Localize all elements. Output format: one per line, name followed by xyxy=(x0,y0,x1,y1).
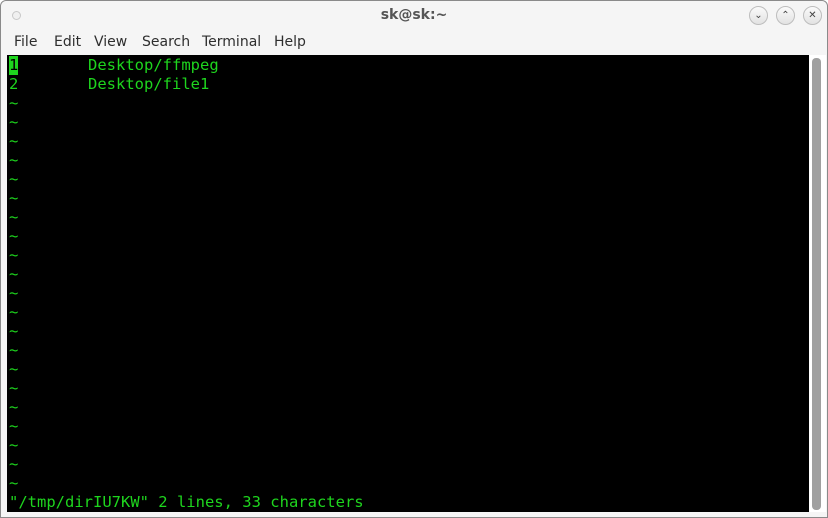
titlebar[interactable]: sk@sk:~ ⌄ ⌃ ✕ xyxy=(1,1,827,31)
menu-file[interactable]: File xyxy=(14,34,37,50)
terminal-content[interactable]: 1 Desktop/ffmpeg 2 Desktop/file1 ~ ~ ~ ~ ~ ~ ~ ~ ~ ~ ~… xyxy=(7,55,809,512)
line-number: 2 xyxy=(9,75,19,93)
empty-line-marker: ~ xyxy=(9,170,19,188)
chevron-down-icon: ⌄ xyxy=(754,9,763,21)
menubar: File Edit View Search Terminal Help xyxy=(1,31,827,55)
menu-search[interactable]: Search xyxy=(142,34,190,50)
menu-help[interactable]: Help xyxy=(274,34,306,50)
empty-line-marker: ~ xyxy=(9,474,19,492)
buffer-line: 1 Desktop/ffmpeg xyxy=(9,56,219,75)
empty-line-marker: ~ xyxy=(9,246,19,264)
maximize-button[interactable]: ⌃ xyxy=(776,6,795,25)
empty-line-marker: ~ xyxy=(9,379,19,397)
empty-line-marker: ~ xyxy=(9,208,19,226)
buffer-line: 2 Desktop/file1 xyxy=(9,75,209,94)
empty-line-marker: ~ xyxy=(9,284,19,302)
empty-line-marker: ~ xyxy=(9,398,19,416)
close-icon: ✕ xyxy=(808,9,817,21)
chevron-up-icon: ⌃ xyxy=(781,9,790,21)
empty-line-marker: ~ xyxy=(9,455,19,473)
status-line: "/tmp/dirIU7KW" 2 lines, 33 characters xyxy=(9,493,364,511)
empty-line-marker: ~ xyxy=(9,132,19,150)
menu-edit[interactable]: Edit xyxy=(54,34,81,50)
empty-line-marker: ~ xyxy=(9,322,19,340)
empty-line-marker: ~ xyxy=(9,341,19,359)
empty-line-marker: ~ xyxy=(9,360,19,378)
terminal-window: sk@sk:~ ⌄ ⌃ ✕ File Edit View Search Term… xyxy=(0,0,828,518)
empty-line-marker: ~ xyxy=(9,265,19,283)
empty-line-marker: ~ xyxy=(9,417,19,435)
empty-line-marker: ~ xyxy=(9,436,19,454)
window-title: sk@sk:~ xyxy=(380,7,448,23)
line-number-cursor: 1 xyxy=(9,56,19,75)
empty-line-marker: ~ xyxy=(9,113,19,131)
minimize-button[interactable]: ⌄ xyxy=(749,6,768,25)
menu-view[interactable]: View xyxy=(94,34,127,50)
empty-line-marker: ~ xyxy=(9,303,19,321)
line-text: Desktop/ffmpeg xyxy=(88,56,219,74)
empty-line-marker: ~ xyxy=(9,94,19,112)
empty-line-marker: ~ xyxy=(9,227,19,245)
close-button[interactable]: ✕ xyxy=(803,6,822,25)
scrollbar-thumb[interactable] xyxy=(812,58,821,510)
line-text: Desktop/file1 xyxy=(88,75,210,93)
empty-line-marker: ~ xyxy=(9,151,19,169)
menu-terminal[interactable]: Terminal xyxy=(202,34,261,50)
empty-line-marker: ~ xyxy=(9,189,19,207)
